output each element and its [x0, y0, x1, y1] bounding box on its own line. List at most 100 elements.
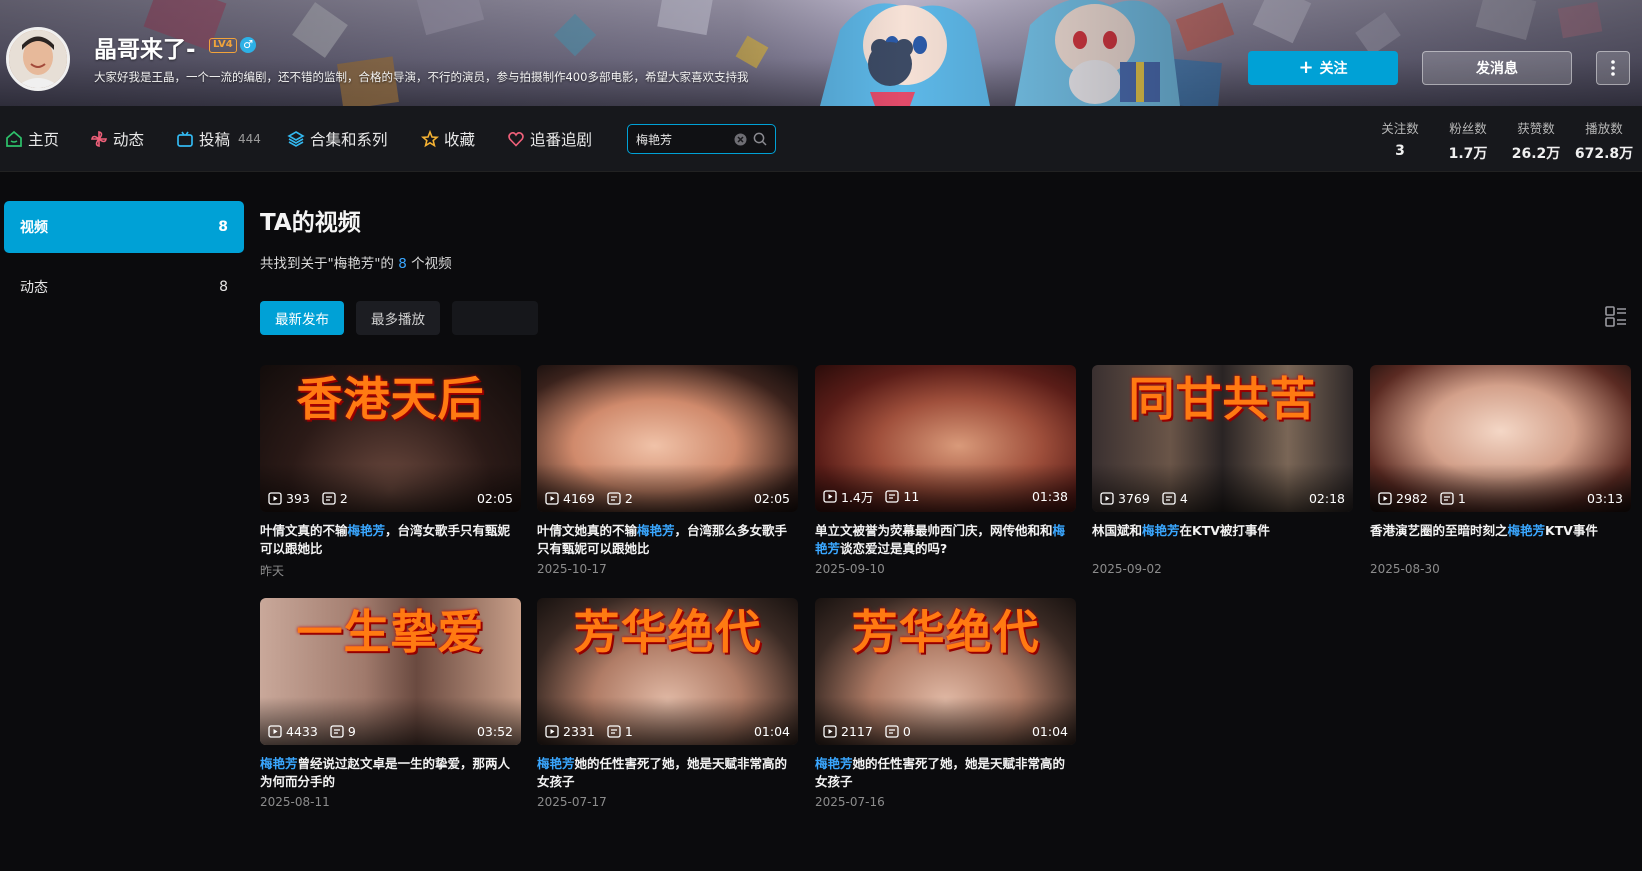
username[interactable]: 晶哥来了- [94, 30, 196, 64]
video-stats: 393 2 02:05 [268, 491, 513, 506]
stat-fans[interactable]: 粉丝数 1.7万 [1434, 118, 1502, 163]
video-date: 2025-09-02 [1092, 562, 1162, 576]
title-text: 叶倩文真的不输 [260, 523, 348, 538]
title-keyword: 梅艳芳 [1507, 523, 1546, 538]
title-text: 林国斌和 [1092, 523, 1143, 538]
pinwheel-icon [91, 131, 107, 147]
sort-placeholder-button [452, 301, 538, 335]
play-count-icon [545, 492, 559, 505]
tab-uploads[interactable]: 投稿 444 [176, 128, 261, 150]
page-title: TA的视频 [260, 210, 361, 236]
play-count-icon [268, 725, 282, 738]
search-icon[interactable] [753, 132, 767, 146]
title-keyword: 梅艳芳 [637, 523, 675, 538]
list-grid-icon [1605, 306, 1626, 327]
video-thumbnail[interactable]: 1.4万 11 01:38 [815, 365, 1076, 512]
video-thumbnail[interactable]: 一生挚爱 4433 9 03:52 [260, 598, 521, 745]
heart-icon [508, 131, 524, 147]
tab-favorites[interactable]: 收藏 [421, 128, 475, 150]
user-bio: 大家好我是王晶，一个一流的编剧，还不错的监制，合格的导演，不行的演员，参与拍摄制… [94, 70, 749, 84]
video-card[interactable]: 一生挚爱 4433 9 03:52 梅艳芳曾经说过赵文卓是一生的挚爱，那两人为何… [260, 598, 521, 809]
sidebar-item-label: 视频 [20, 220, 48, 236]
sort-most-played-button[interactable]: 最多播放 [356, 301, 440, 335]
video-card[interactable]: 香港天后 393 2 02:05 叶倩文真的不输梅艳芳，台湾女歌手只有甄妮可以跟… [260, 365, 521, 579]
video-title[interactable]: 叶倩文她真的不输梅艳芳，台湾那么多女歌手只有甄妮可以跟她比 [537, 522, 798, 558]
video-thumbnail[interactable]: 同甘共苦 3769 4 02:18 [1092, 365, 1353, 512]
layout-toggle-button[interactable] [1604, 305, 1628, 333]
star-icon [421, 130, 439, 148]
video-date: 2025-09-10 [815, 562, 885, 576]
tab-home-label: 主页 [28, 131, 60, 149]
video-thumbnail[interactable]: 4169 2 02:05 [537, 365, 798, 512]
follow-button[interactable]: + 关注 [1248, 51, 1398, 85]
sidebar-item-label: 动态 [20, 280, 48, 296]
video-title[interactable]: 梅艳芳她的任性害死了她，她是天赋非常高的女孩子 [537, 755, 798, 791]
tab-home[interactable]: 主页 [5, 128, 59, 150]
home-icon [6, 130, 22, 147]
play-count-icon [545, 725, 559, 738]
tab-dynamic[interactable]: 动态 [90, 128, 144, 150]
stat-likes: 获赞数 26.2万 [1502, 118, 1570, 163]
avatar[interactable] [6, 27, 70, 91]
video-card[interactable]: 芳华绝代 2331 1 01:04 梅艳芳她的任性害死了她，她是天赋非常高的女孩… [537, 598, 798, 809]
video-date: 2025-07-17 [537, 795, 607, 809]
video-stats: 4433 9 03:52 [268, 724, 513, 739]
profile-nav: 主页 动态 投稿 444 合集和系列 收藏 追番追剧 关注数 3 粉丝数 1.7… [0, 106, 1642, 172]
tab-favorites-label: 收藏 [444, 131, 476, 149]
more-options-button[interactable] [1596, 51, 1630, 85]
sort-newest-button[interactable]: 最新发布 [260, 301, 344, 335]
video-title[interactable]: 梅艳芳她的任性害死了她，她是天赋非常高的女孩子 [815, 755, 1076, 791]
video-thumbnail[interactable]: 香港天后 393 2 02:05 [260, 365, 521, 512]
play-count: 4433 [286, 724, 318, 739]
video-card[interactable]: 芳华绝代 2117 0 01:04 梅艳芳她的任性害死了她，她是天赋非常高的女孩… [815, 598, 1076, 809]
danmaku-icon [1162, 492, 1176, 505]
tab-collections[interactable]: 合集和系列 [287, 128, 388, 150]
title-text: 她的任性害死了她，她是天赋非常高的女孩子 [815, 756, 1066, 789]
stat-label: 播放数 [1585, 121, 1623, 136]
video-title[interactable]: 单立文被誉为荧幕最帅西门庆，网传他和和梅艳芳谈恋爱过是真的吗? [815, 522, 1076, 558]
clear-icon[interactable] [734, 133, 747, 146]
video-duration: 02:18 [1308, 491, 1345, 506]
stat-plays: 播放数 672.8万 [1570, 118, 1638, 163]
video-date: 2025-08-11 [260, 795, 330, 809]
title-text: 香港演艺圈的至暗时刻之 [1370, 523, 1508, 538]
video-card[interactable]: 2982 1 03:13 香港演艺圈的至暗时刻之梅艳芳KTV事件 2025-08… [1370, 365, 1631, 576]
profile-stats: 关注数 3 粉丝数 1.7万 获赞数 26.2万 播放数 672.8万 [1366, 118, 1638, 163]
title-keyword: 梅艳芳 [260, 756, 298, 771]
play-count: 3769 [1118, 491, 1150, 506]
send-message-button[interactable]: 发消息 [1422, 51, 1572, 85]
video-title[interactable]: 梅艳芳曾经说过赵文卓是一生的挚爱，那两人为何而分手的 [260, 755, 521, 791]
danmaku-icon [607, 492, 621, 505]
sidebar-item-dynamics[interactable]: 动态 8 [4, 261, 244, 313]
video-title[interactable]: 叶倩文真的不输梅艳芳，台湾女歌手只有甄妮可以跟她比 [260, 522, 521, 558]
stat-following[interactable]: 关注数 3 [1366, 118, 1434, 163]
video-thumbnail[interactable]: 2982 1 03:13 [1370, 365, 1631, 512]
video-search-box[interactable] [627, 124, 776, 154]
video-duration: 01:04 [753, 724, 790, 739]
danmaku-icon [330, 725, 344, 738]
danmaku-count: 11 [903, 489, 920, 504]
sidebar-item-videos[interactable]: 视频 8 [4, 201, 244, 253]
video-thumbnail[interactable]: 芳华绝代 2117 0 01:04 [815, 598, 1076, 745]
video-title[interactable]: 林国斌和梅艳芳在KTV被打事件 [1092, 522, 1353, 558]
video-thumbnail[interactable]: 芳华绝代 2331 1 01:04 [537, 598, 798, 745]
video-card[interactable]: 1.4万 11 01:38 单立文被誉为荧幕最帅西门庆，网传他和和梅艳芳谈恋爱过… [815, 365, 1076, 576]
title-text: 单立文被誉为荧幕最帅西门庆，网传他和和 [815, 523, 1053, 538]
video-stats: 3769 4 02:18 [1100, 491, 1345, 506]
video-duration: 03:52 [476, 724, 513, 739]
video-card[interactable]: 同甘共苦 3769 4 02:18 林国斌和梅艳芳在KTV被打事件 2025-0… [1092, 365, 1353, 576]
play-count: 2117 [841, 724, 873, 739]
danmaku-count: 0 [902, 724, 911, 739]
thumbnail-title-art: 同甘共苦 [1128, 372, 1317, 426]
video-search-input[interactable] [636, 132, 728, 146]
danmaku-icon [1440, 492, 1454, 505]
video-card[interactable]: 4169 2 02:05 叶倩文她真的不输梅艳芳，台湾那么多女歌手只有甄妮可以跟… [537, 365, 798, 576]
tab-bangumi[interactable]: 追番追剧 [507, 128, 592, 150]
plus-icon: + [1298, 57, 1314, 78]
male-gender-icon: ♂ [240, 37, 256, 53]
title-text: 曾经说过赵文卓是一生的挚爱，那两人为何而分手的 [260, 756, 511, 789]
video-stats: 2331 1 01:04 [545, 724, 790, 739]
play-count: 393 [286, 491, 310, 506]
play-count-icon [268, 492, 282, 505]
video-title[interactable]: 香港演艺圈的至暗时刻之梅艳芳KTV事件 [1370, 522, 1631, 558]
